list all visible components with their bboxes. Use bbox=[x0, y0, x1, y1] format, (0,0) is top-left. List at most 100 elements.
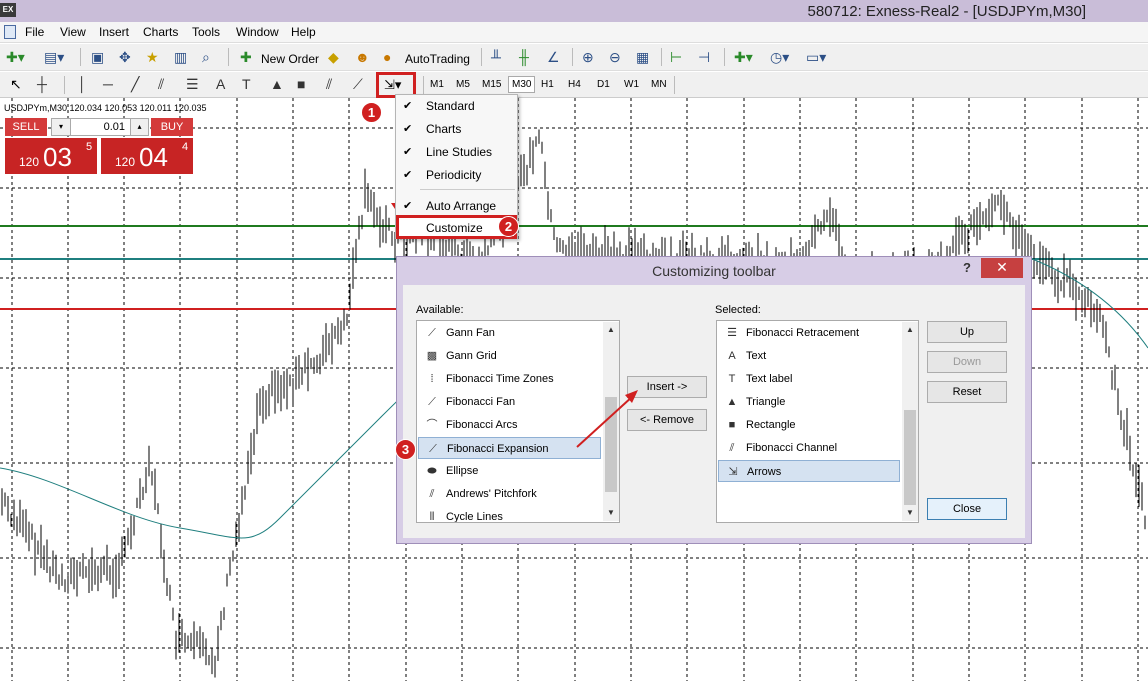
periods-icon[interactable]: ◷▾ bbox=[770, 48, 789, 66]
scrollbar-thumb[interactable] bbox=[605, 397, 617, 492]
scroll-up-icon[interactable]: ▲ bbox=[902, 324, 918, 336]
selected-list[interactable]: ☰ Fibonacci Retracement A Text T Text label ▲ T… bbox=[716, 320, 919, 523]
scroll-up-icon[interactable]: ▲ bbox=[603, 324, 619, 336]
sel-list-item[interactable]: ⇲ Arrows bbox=[718, 460, 900, 482]
menu-item-charts[interactable]: ✔ Charts bbox=[396, 118, 517, 140]
terminal-icon[interactable]: ▥ bbox=[174, 48, 187, 66]
dialog-close-button[interactable]: ✕ bbox=[981, 258, 1023, 278]
autotrading-button[interactable]: AutoTrading bbox=[405, 52, 470, 66]
selected-scrollbar[interactable]: ▲ ▼ bbox=[902, 322, 918, 521]
buy-button[interactable]: BUY bbox=[151, 118, 193, 136]
trendline-icon[interactable]: ╱ bbox=[131, 75, 139, 93]
scroll-down-icon[interactable]: ▼ bbox=[902, 507, 918, 519]
avail-list-item[interactable]: ⁞ Fibonacci Time Zones bbox=[418, 368, 601, 390]
experts-icon[interactable]: ☻ bbox=[355, 48, 370, 66]
fibonacci-expansion-icon[interactable]: ⟋ bbox=[353, 75, 363, 93]
horizontal-line-icon[interactable]: ─ bbox=[103, 75, 113, 93]
metaeditor-icon[interactable]: ◆ bbox=[328, 48, 339, 66]
period-m1[interactable]: M1 bbox=[430, 79, 444, 90]
line-chart-icon[interactable]: ∠ bbox=[547, 48, 560, 66]
period-m15[interactable]: M15 bbox=[482, 79, 501, 90]
fibonacci-channel-icon[interactable]: ⫽ bbox=[326, 75, 332, 93]
insert-button[interactable]: Insert -> bbox=[627, 376, 707, 398]
scrollbar-thumb[interactable] bbox=[904, 410, 916, 505]
bar-chart-icon[interactable]: ╨ bbox=[491, 48, 501, 66]
tile-windows-icon[interactable]: ▦ bbox=[636, 48, 649, 66]
chart-shift-icon[interactable]: ⊢ bbox=[670, 48, 682, 66]
new-order-icon[interactable]: ✚ bbox=[240, 48, 252, 66]
available-list[interactable]: ⟋ Gann Fan ▩ Gann Grid ⁞ Fibonacci Time Zones… bbox=[416, 320, 620, 523]
buy-quote[interactable]: 120 04 4 bbox=[101, 138, 193, 174]
remove-button[interactable]: <- Remove bbox=[627, 409, 707, 431]
navigator-icon[interactable]: ★ bbox=[146, 48, 159, 66]
sel-list-item[interactable]: T Text label bbox=[718, 368, 900, 390]
menu-insert[interactable]: Insert bbox=[99, 25, 129, 39]
menu-view[interactable]: View bbox=[60, 25, 86, 39]
zoom-out-icon[interactable]: ⊖ bbox=[609, 48, 621, 66]
available-scrollbar[interactable]: ▲ ▼ bbox=[603, 322, 619, 521]
close-button[interactable]: Close bbox=[927, 498, 1007, 520]
menu-window[interactable]: Window bbox=[236, 25, 279, 39]
sel-list-item[interactable]: ▲ Triangle bbox=[718, 391, 900, 413]
menu-item-periodicity[interactable]: ✔ Periodicity bbox=[396, 164, 517, 186]
sel-item-label: Text label bbox=[746, 373, 793, 385]
avail-list-item[interactable]: ⫽ Andrews' Pitchfork bbox=[418, 483, 601, 505]
new-chart-icon[interactable]: ✚▾ bbox=[6, 48, 25, 66]
period-m30[interactable]: M30 bbox=[508, 76, 536, 93]
sel-list-item[interactable]: ☰ Fibonacci Retracement bbox=[718, 322, 900, 344]
lot-up-button[interactable]: ▴ bbox=[130, 118, 149, 136]
period-w1[interactable]: W1 bbox=[624, 79, 639, 90]
sel-list-item[interactable]: ⫽ Fibonacci Channel bbox=[718, 437, 900, 459]
lot-down-button[interactable]: ▾ bbox=[51, 118, 71, 136]
reset-button[interactable]: Reset bbox=[927, 381, 1007, 403]
avail-list-item[interactable]: ⦀ Cycle Lines bbox=[418, 506, 601, 522]
data-window-icon[interactable]: ✥ bbox=[119, 48, 131, 66]
up-button[interactable]: Up bbox=[927, 321, 1007, 343]
document-icon[interactable] bbox=[4, 25, 16, 39]
menu-item-line-studies[interactable]: ✔ Line Studies bbox=[396, 141, 517, 163]
avail-list-item[interactable]: ⬬ Ellipse bbox=[418, 460, 601, 482]
menu-tools[interactable]: Tools bbox=[192, 25, 220, 39]
sel-list-item[interactable]: A Text bbox=[718, 345, 900, 367]
avail-list-item[interactable]: ⟋ Fibonacci Expansion bbox=[418, 437, 601, 459]
menu-item-standard[interactable]: ✔ Standard bbox=[396, 95, 517, 117]
avail-list-item[interactable]: ⌒ Fibonacci Arcs bbox=[418, 414, 601, 436]
autotrading-icon[interactable]: ● bbox=[383, 48, 391, 66]
down-button[interactable]: Down bbox=[927, 351, 1007, 373]
rectangle-icon[interactable]: ■ bbox=[297, 75, 305, 93]
vertical-line-icon[interactable]: │ bbox=[78, 75, 87, 93]
cursor-icon[interactable]: ↖ bbox=[10, 75, 22, 93]
period-d1[interactable]: D1 bbox=[597, 79, 610, 90]
menu-help[interactable]: Help bbox=[291, 25, 316, 39]
zoom-in-icon[interactable]: ⊕ bbox=[582, 48, 594, 66]
equidistant-channel-icon[interactable]: ⫽ bbox=[158, 75, 164, 93]
text-icon[interactable]: A bbox=[216, 75, 225, 93]
sell-quote[interactable]: 120 03 5 bbox=[5, 138, 97, 174]
period-h1[interactable]: H1 bbox=[541, 79, 554, 90]
templates-icon[interactable]: ▭▾ bbox=[806, 48, 826, 66]
menu-file[interactable]: File bbox=[25, 25, 44, 39]
period-h4[interactable]: H4 bbox=[568, 79, 581, 90]
menu-charts[interactable]: Charts bbox=[143, 25, 178, 39]
help-button[interactable]: ? bbox=[963, 260, 971, 275]
profiles-icon[interactable]: ▤▾ bbox=[44, 48, 64, 66]
menu-item-auto-arrange[interactable]: ✔ Auto Arrange bbox=[396, 195, 517, 217]
strategy-tester-icon[interactable]: ⌕ bbox=[202, 48, 210, 66]
indicators-icon[interactable]: ✚▾ bbox=[734, 48, 753, 66]
text-label-icon[interactable]: T bbox=[242, 75, 251, 93]
fibonacci-retracement-icon[interactable]: ☰ bbox=[186, 75, 199, 93]
period-mn[interactable]: MN bbox=[651, 79, 667, 90]
sell-button[interactable]: SELL bbox=[5, 118, 47, 136]
scroll-down-icon[interactable]: ▼ bbox=[603, 507, 619, 519]
period-m5[interactable]: M5 bbox=[456, 79, 470, 90]
candlesticks-icon[interactable]: ╫ bbox=[519, 48, 529, 66]
triangle-icon[interactable]: ▲ bbox=[270, 75, 284, 93]
market-watch-icon[interactable]: ▣ bbox=[91, 48, 104, 66]
crosshair-icon[interactable]: ┼ bbox=[37, 75, 47, 93]
sel-list-item[interactable]: ■ Rectangle bbox=[718, 414, 900, 436]
avail-list-item[interactable]: ⟋ Gann Fan bbox=[418, 322, 601, 344]
avail-list-item[interactable]: ⟋ Fibonacci Fan bbox=[418, 391, 601, 413]
auto-scroll-icon[interactable]: ⊣ bbox=[698, 48, 710, 66]
avail-list-item[interactable]: ▩ Gann Grid bbox=[418, 345, 601, 367]
new-order-button[interactable]: New Order bbox=[261, 52, 319, 66]
